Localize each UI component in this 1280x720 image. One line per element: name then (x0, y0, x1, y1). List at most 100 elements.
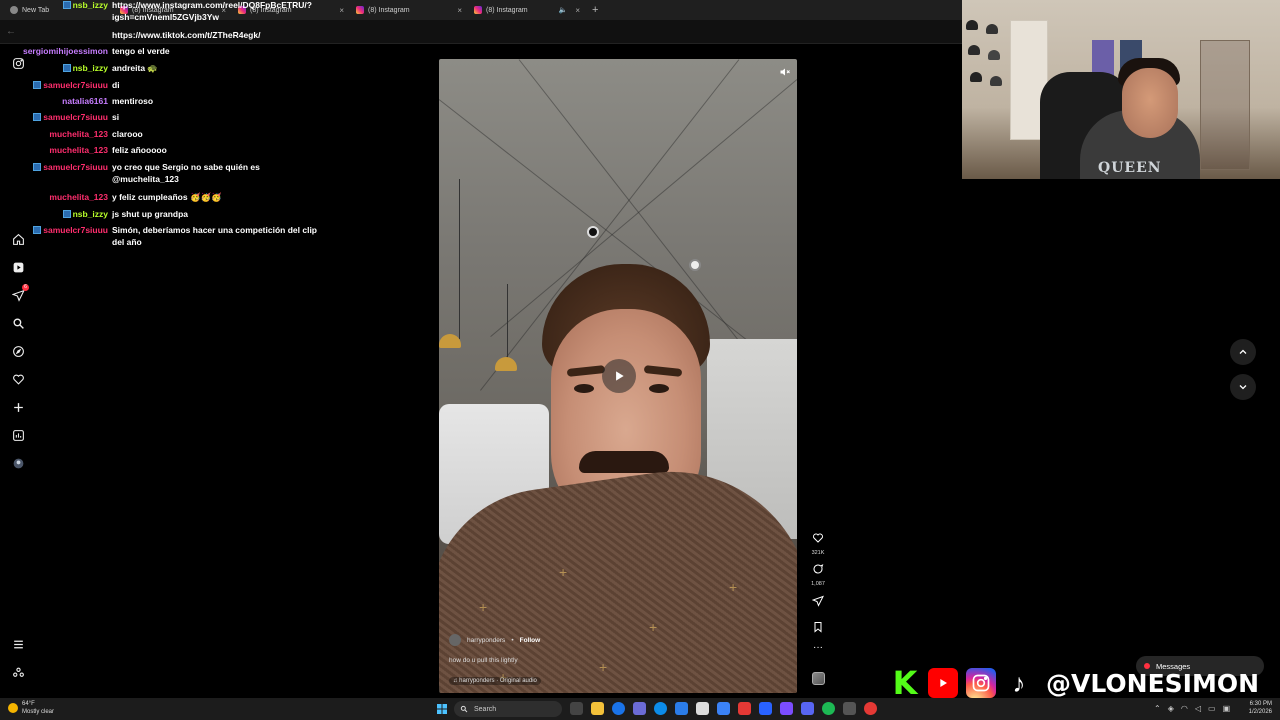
file-explorer-icon[interactable] (591, 702, 604, 715)
stream-chat-overlay: nsb_izzy https://www.instagram.com/reel/… (0, 0, 340, 260)
volume-muted-icon[interactable] (779, 65, 791, 77)
also-from-meta-icon[interactable] (11, 665, 25, 679)
subscriber-badge-icon (62, 64, 71, 72)
wall-poster (1092, 40, 1114, 76)
discord-icon[interactable] (801, 702, 814, 715)
app-icon[interactable] (780, 702, 793, 715)
chat-text: https://www.instagram.com/reel/DQ8FpBcET… (112, 0, 312, 22)
volume-icon[interactable]: ◁ (1195, 704, 1201, 713)
reels-icon[interactable] (11, 260, 25, 274)
outlook-icon[interactable] (675, 702, 688, 715)
taskbar-search[interactable]: Search (454, 701, 562, 717)
weather-widget[interactable]: 64°F Mostly clear (8, 700, 54, 716)
subscriber-badge-icon (33, 81, 42, 89)
streamer-face (1122, 68, 1178, 138)
chevron-up-icon[interactable]: ⌃ (1154, 704, 1161, 713)
new-tab-button[interactable]: + (592, 4, 598, 16)
system-tray: ⌃ ◈ ◠ ◁ ▭ ▣ (1154, 704, 1230, 713)
chat-username: nsb_izzy (72, 209, 108, 219)
chat-username: nsb_izzy (72, 0, 108, 10)
comment-button[interactable]: 1,087 (806, 562, 830, 587)
subscriber-badge-icon (62, 1, 71, 9)
youtube-logo-icon (928, 668, 958, 698)
store-icon[interactable] (717, 702, 730, 715)
app-icon[interactable] (738, 702, 751, 715)
chat-text: clarooo (112, 129, 143, 139)
wall-cap (970, 72, 982, 82)
wall-cap (988, 50, 1000, 60)
task-view-icon[interactable] (570, 702, 583, 715)
tab-label: (8) Instagram (486, 6, 528, 14)
battery-icon[interactable]: ▭ (1208, 704, 1216, 713)
app-icon[interactable] (759, 702, 772, 715)
save-button[interactable] (806, 620, 830, 638)
pillow-pattern: + (649, 619, 658, 635)
network-icon[interactable]: ◈ (1168, 704, 1174, 713)
weather-icon (8, 703, 18, 713)
wifi-icon[interactable]: ◠ (1181, 704, 1188, 713)
speaker-icon[interactable]: 🔈 (559, 6, 568, 14)
follow-button[interactable]: Follow (520, 637, 541, 644)
tiktok-logo-icon: ♪ (1004, 668, 1034, 698)
chat-text: tengo el verde (112, 46, 170, 56)
next-reel-button[interactable] (1230, 374, 1256, 400)
author-name[interactable]: harryponders (467, 637, 505, 644)
notepad-icon[interactable] (696, 702, 709, 715)
play-button[interactable] (602, 359, 636, 393)
author-avatar[interactable] (449, 634, 461, 646)
chrome-icon[interactable] (612, 702, 625, 715)
profile-avatar-icon[interactable] (11, 456, 25, 470)
tab-label: (8) Instagram (368, 6, 410, 14)
streamer-handle: @VLONESIMON (1046, 668, 1260, 698)
tab-instagram-4[interactable]: (8) Instagram 🔈 × (468, 1, 586, 19)
share-button[interactable] (806, 594, 830, 612)
audio-thumbnail[interactable] (812, 672, 825, 685)
clock-time: 6:30 PM (1249, 701, 1272, 707)
close-tab-icon[interactable]: × (575, 6, 580, 15)
dashboard-icon[interactable] (11, 428, 25, 442)
ceiling-light (587, 226, 599, 238)
audio-text: harryponders · Original audio (459, 678, 537, 684)
settings-icon[interactable] (843, 702, 856, 715)
chat-text: di (112, 80, 120, 90)
lamp-cord (459, 179, 460, 339)
close-tab-icon[interactable]: × (457, 6, 462, 15)
explore-icon[interactable] (11, 344, 25, 358)
chat-username: sergiomihijoessimon (22, 46, 108, 56)
reel-caption: how do u pull this lightly (449, 657, 518, 664)
reel-audio-label[interactable]: ♫ harryponders · Original audio (449, 677, 541, 685)
notifications-heart-icon[interactable] (11, 372, 25, 386)
reel-video[interactable]: + + + + + + harryponders • Follow how do… (439, 59, 797, 693)
previous-reel-button[interactable] (1230, 339, 1256, 365)
app-icon[interactable] (633, 702, 646, 715)
weather-temp: 64°F (22, 701, 35, 707)
chat-text: y feliz cumpleaños 🥳🥳🥳 (112, 192, 222, 202)
taskbar-apps (570, 702, 877, 715)
spotify-icon[interactable] (822, 702, 835, 715)
windows-start-icon[interactable] (436, 703, 448, 715)
instagram-tab-icon (474, 6, 482, 14)
taskbar-clock[interactable]: 6:30 PM 1/2/2026 (1240, 700, 1272, 716)
search-icon[interactable] (11, 316, 25, 330)
chat-text: andreita 🐢 (112, 63, 159, 73)
like-button[interactable]: 321K (806, 531, 830, 556)
chat-username: muchelita_123 (49, 192, 108, 202)
subscriber-badge-icon (62, 210, 71, 218)
close-tab-icon[interactable]: × (339, 6, 344, 15)
chat-text: Simón, deberíamos hacer una competición … (112, 225, 317, 247)
app-tray-icon[interactable]: ▣ (1223, 704, 1231, 713)
weather-desc: Mostly clear (22, 709, 55, 715)
reel-author-row: harryponders • Follow (449, 634, 540, 646)
create-plus-icon[interactable] (11, 400, 25, 414)
more-options-icon[interactable]: ··· (806, 642, 830, 653)
app-icon[interactable] (864, 702, 877, 715)
chevron-down-icon (1239, 385, 1247, 390)
edge-icon[interactable] (654, 702, 667, 715)
direct-messages-icon[interactable]: 6 (11, 284, 29, 302)
tab-instagram-3[interactable]: (8) Instagram × (350, 1, 468, 19)
more-menu-icon[interactable] (11, 637, 25, 651)
notification-badge: 6 (22, 284, 29, 291)
subscriber-badge-icon (33, 226, 42, 234)
subscriber-badge-icon (33, 163, 42, 171)
eye (649, 384, 669, 393)
